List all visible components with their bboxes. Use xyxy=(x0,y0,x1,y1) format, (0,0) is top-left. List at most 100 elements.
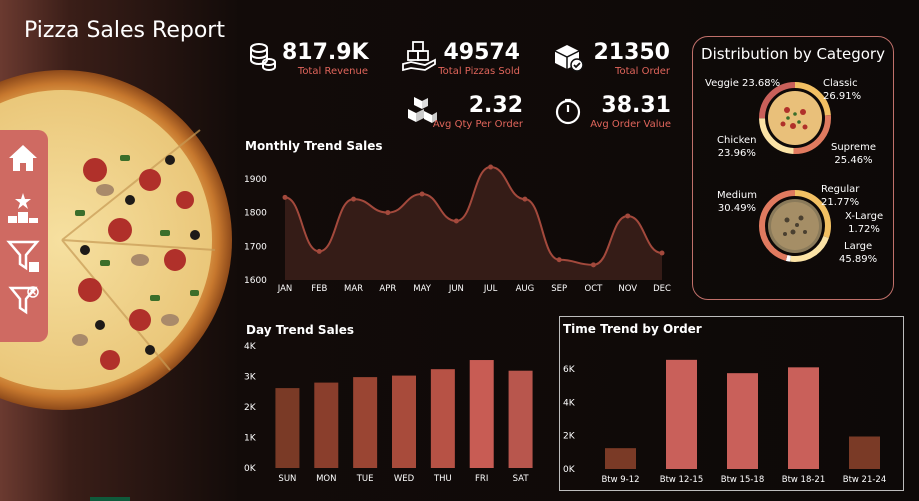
kpi-total-revenue: 817.9K Total Revenue xyxy=(282,40,369,78)
category-label-chicken: Chicken 23.96% xyxy=(717,135,757,159)
distribution-panel: Distribution by Category Veggie 23.68% C… xyxy=(692,36,894,300)
category-label-classic: Classic 26.91% xyxy=(823,78,862,102)
speedometer-icon xyxy=(554,97,582,129)
y-tick-label: 1800 xyxy=(244,209,267,219)
x-tick-label: MAR xyxy=(344,284,363,294)
kpi-value: 817.9K xyxy=(282,40,369,65)
x-tick-label: DEC xyxy=(653,284,671,294)
data-point xyxy=(659,250,665,256)
kpi-total-order: 21350 Total Order xyxy=(585,40,670,78)
bar[interactable] xyxy=(605,448,636,469)
size-label-medium: Medium 30.49% xyxy=(717,190,757,214)
kpi-label: Total Pizzas Sold xyxy=(438,66,520,77)
dashboard: Pizza Sales Report 817.9K Total Revenue … xyxy=(0,0,919,501)
time-trend-panel: Time Trend by Order 0K 2K 4K 6K Btw 9-12 Btw … xyxy=(559,316,904,491)
bar[interactable] xyxy=(353,377,378,468)
x-tick-label: FEB xyxy=(311,284,327,294)
x-tick-label: JAN xyxy=(277,284,293,294)
x-tick-label: MAY xyxy=(413,284,431,294)
data-point xyxy=(590,262,596,268)
x-tick-label: Btw 15-18 xyxy=(721,475,765,485)
category-pizza-pie xyxy=(759,82,831,154)
day-trend-chart: 0K 1K 2K 3K 4K SUN MON TUE WED THU FRI SAT xyxy=(244,342,533,484)
x-tick-label: Btw 21-24 xyxy=(843,475,887,485)
x-tick-label: SUN xyxy=(278,474,296,484)
kpi-total-pizzas-sold: 49574 Total Pizzas Sold xyxy=(430,40,520,78)
size-label-large: Large 45.89% xyxy=(839,241,878,265)
data-point xyxy=(488,164,494,170)
bar[interactable] xyxy=(314,382,339,468)
y-tick-label: 1K xyxy=(244,434,257,444)
data-point xyxy=(282,194,288,200)
y-tick-label: 4K xyxy=(244,342,257,352)
y-tick-label: 3K xyxy=(244,373,257,383)
home-icon[interactable] xyxy=(5,140,41,176)
distribution-title: Distribution by Category xyxy=(701,45,885,63)
x-tick-label: OCT xyxy=(585,284,604,294)
filter-icon[interactable] xyxy=(5,238,41,274)
x-tick-label: JUL xyxy=(483,284,498,294)
data-point xyxy=(316,248,322,254)
kpi-value: 2.32 xyxy=(468,93,523,118)
x-tick-label: MON xyxy=(316,474,336,484)
x-tick-label: WED xyxy=(394,474,415,484)
kpi-avg-order-value: 38.31 Avg Order Value xyxy=(585,93,671,131)
y-tick-label: 1600 xyxy=(244,276,267,286)
taskbar-indicator xyxy=(90,497,130,501)
x-tick-label: APR xyxy=(379,284,396,294)
x-tick-label: NOV xyxy=(618,284,637,294)
kpi-label: Avg Order Value xyxy=(590,119,671,130)
time-trend-title: Time Trend by Order xyxy=(563,322,702,336)
data-point xyxy=(385,210,391,216)
data-point xyxy=(522,196,528,202)
y-tick-label: 2K xyxy=(244,403,257,413)
kpi-label: Total Order xyxy=(615,66,670,77)
bar[interactable] xyxy=(275,388,300,468)
size-label-regular: Regular 21.77% xyxy=(821,184,860,208)
x-tick-label: TUE xyxy=(356,474,374,484)
bar[interactable] xyxy=(508,370,533,468)
y-tick-label: 6K xyxy=(563,365,576,375)
kpi-label: Avg Qty Per Order xyxy=(432,119,523,130)
page-title: Pizza Sales Report xyxy=(24,18,225,43)
x-tick-label: Btw 9-12 xyxy=(601,475,639,485)
y-tick-label: 1900 xyxy=(244,175,267,185)
y-tick-label: 2K xyxy=(563,432,576,442)
bar[interactable] xyxy=(392,375,416,468)
bar[interactable] xyxy=(849,436,880,470)
monthly-trend-title: Monthly Trend Sales xyxy=(245,139,383,153)
x-tick-label: SEP xyxy=(551,284,567,294)
kpi-value: 21350 xyxy=(593,40,670,65)
clear-filter-icon[interactable] xyxy=(5,282,41,318)
x-tick-label: SAT xyxy=(513,474,530,484)
data-point xyxy=(419,191,425,197)
kpi-value: 49574 xyxy=(443,40,520,65)
x-tick-label: JUN xyxy=(448,284,464,294)
y-tick-label: 0K xyxy=(244,464,257,474)
bar[interactable] xyxy=(430,369,455,468)
monthly-trend-chart: 1600 1700 1800 1900 JAN FEB MAR APR MAY JUN JUL AUG… xyxy=(244,164,671,294)
bar[interactable] xyxy=(469,360,494,468)
data-point xyxy=(556,257,562,263)
kpi-label: Total Revenue xyxy=(297,66,368,77)
package-check-icon xyxy=(553,43,585,77)
bar[interactable] xyxy=(727,373,758,469)
y-tick-label: 0K xyxy=(563,465,576,475)
kpi-avg-qty-per-order: 2.32 Avg Qty Per Order xyxy=(430,93,523,131)
y-tick-label: 1700 xyxy=(244,242,267,252)
x-tick-label: THU xyxy=(433,474,452,484)
sidebar xyxy=(0,130,48,342)
bar[interactable] xyxy=(788,367,819,469)
data-point xyxy=(453,218,459,224)
x-tick-label: FRI xyxy=(475,474,488,484)
coins-icon xyxy=(249,42,277,76)
category-label-supreme: Supreme 25.46% xyxy=(831,142,876,166)
area-fill xyxy=(285,167,662,280)
ranking-icon[interactable] xyxy=(5,190,41,226)
y-tick-label: 4K xyxy=(563,398,576,408)
size-label-x-large: X-Large 1.72% xyxy=(845,211,884,235)
data-point xyxy=(625,213,631,219)
category-label-veggie: Veggie 23.68% xyxy=(705,78,781,89)
kpi-value: 38.31 xyxy=(601,93,671,118)
bar[interactable] xyxy=(666,359,697,469)
